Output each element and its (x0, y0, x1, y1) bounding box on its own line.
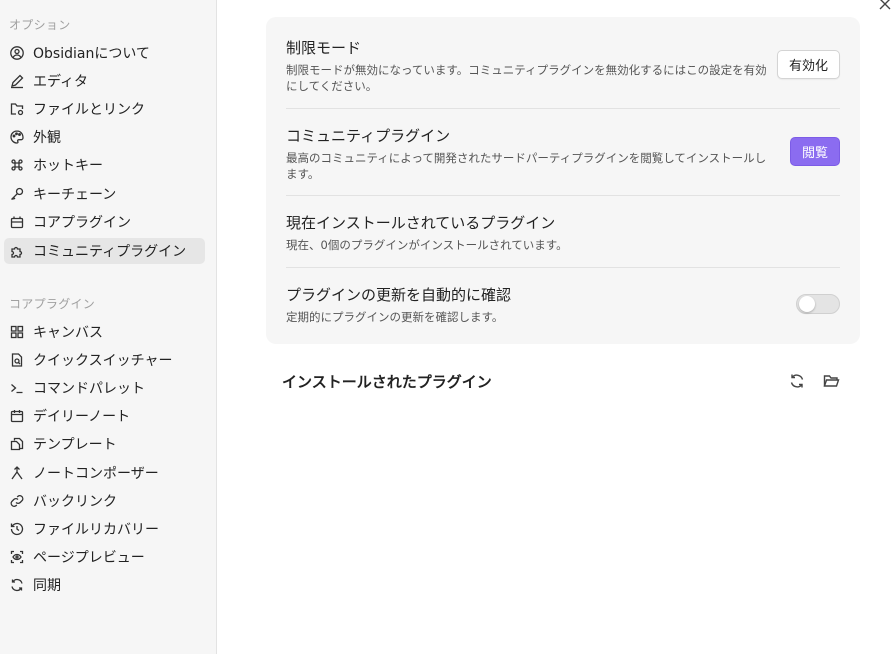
sidebar-item-command-palette[interactable]: コマンドパレット (4, 375, 205, 401)
sidebar-item-daily-notes[interactable]: デイリーノート (4, 403, 205, 429)
calendar-icon (9, 408, 25, 424)
setting-auto-update-check: プラグインの更新を自動的に確認 定期的にプラグインの更新を確認します。 (286, 284, 840, 325)
close-icon[interactable] (877, 0, 893, 12)
setting-description: 最高のコミュニティによって開発されたサードパーティプラグインを閲覧してインストー… (286, 151, 767, 181)
sidebar-item-label: 外観 (33, 130, 61, 146)
sidebar-item-file-recovery[interactable]: ファイルリカバリー (4, 516, 205, 542)
sidebar-item-about[interactable]: Obsidianについて (4, 40, 205, 66)
divider (286, 108, 840, 109)
enable-restricted-mode-button[interactable]: 有効化 (777, 50, 840, 79)
sidebar-item-label: キーチェーン (33, 187, 117, 203)
merge-icon (9, 465, 25, 481)
setting-description: 現在、0個のプラグインがインストールされています。 (286, 238, 568, 252)
plug-icon (9, 214, 25, 230)
layout-icon (9, 324, 25, 340)
info-circle-icon (9, 45, 25, 61)
sidebar-item-label: キャンバス (33, 325, 103, 341)
sidebar-item-label: コアプラグイン (33, 215, 131, 231)
setting-name: 制限モード (286, 39, 362, 57)
reload-icon[interactable] (788, 372, 806, 390)
setting-name: プラグインの更新を自動的に確認 (286, 286, 512, 304)
setting-installed-plugins: 現在インストールされているプラグイン 現在、0個のプラグインがインストールされて… (286, 212, 840, 253)
terminal-icon (9, 380, 25, 396)
sidebar-item-core-plugins[interactable]: コアプラグイン (4, 209, 205, 235)
history-icon (9, 521, 25, 537)
plugin-settings-card: 制限モード 制限モードが無効になっています。コミュニティプラグインを無効化するに… (266, 17, 860, 344)
sidebar-item-label: ファイルとリンク (33, 102, 145, 118)
sidebar-item-label: ページプレビュー (33, 550, 145, 566)
setting-description: 制限モードが無効になっています。コミュニティプラグインを無効化するにはこの設定を… (286, 63, 767, 93)
sidebar-item-canvas[interactable]: キャンバス (4, 319, 205, 345)
sidebar-item-files-links[interactable]: ファイルとリンク (4, 96, 205, 122)
sidebar-item-label: ノートコンポーザー (33, 466, 159, 482)
options-section-title: オプション (9, 18, 71, 32)
core-plugins-section-title: コアプラグイン (9, 297, 96, 311)
setting-name: コミュニティプラグイン (286, 127, 451, 145)
sidebar-item-label: クイックスイッチャー (33, 353, 173, 369)
sidebar-item-label: デイリーノート (33, 409, 131, 425)
settings-sidebar: オプション Obsidianについて エディタ ファイルとリンク 外観 ホットキ… (0, 0, 217, 654)
setting-name: 現在インストールされているプラグイン (286, 214, 556, 232)
sidebar-item-label: ホットキー (33, 158, 103, 174)
sidebar-item-label: テンプレート (33, 437, 117, 453)
divider (286, 195, 840, 196)
sidebar-item-label: Obsidianについて (33, 46, 150, 62)
setting-restricted-mode: 制限モード 制限モードが無効になっています。コミュニティプラグインを無効化するに… (286, 37, 840, 94)
puzzle-icon (9, 243, 25, 259)
sidebar-item-backlinks[interactable]: バックリンク (4, 488, 205, 514)
browse-plugins-button[interactable]: 閲覧 (790, 137, 840, 166)
scan-eye-icon (9, 549, 25, 565)
command-icon (9, 157, 25, 173)
sidebar-item-editor[interactable]: エディタ (4, 68, 205, 94)
sidebar-item-label: バックリンク (33, 494, 117, 510)
key-icon (9, 186, 25, 202)
sidebar-item-label: コミュニティプラグイン (33, 244, 187, 260)
files-icon (9, 436, 25, 452)
sidebar-item-hotkeys[interactable]: ホットキー (4, 152, 205, 178)
sidebar-item-label: 同期 (33, 578, 61, 594)
sidebar-item-sync[interactable]: 同期 (4, 572, 205, 598)
sidebar-item-label: エディタ (33, 74, 89, 90)
setting-description: 定期的にプラグインの更新を確認します。 (286, 310, 504, 324)
sidebar-item-page-preview[interactable]: ページプレビュー (4, 544, 205, 570)
palette-icon (9, 129, 25, 145)
setting-community-plugins: コミュニティプラグイン 最高のコミュニティによって開発されたサードパーティプラグ… (286, 125, 840, 182)
sidebar-item-note-composer[interactable]: ノートコンポーザー (4, 460, 205, 486)
installed-plugins-heading: インストールされたプラグイン (282, 373, 492, 391)
folder-open-icon[interactable] (822, 372, 840, 390)
sidebar-item-community-plugins[interactable]: コミュニティプラグイン (4, 238, 205, 264)
toggle-knob (799, 296, 815, 312)
folder-cog-icon (9, 101, 25, 117)
pencil-icon (9, 73, 25, 89)
sidebar-item-label: コマンドパレット (33, 381, 145, 397)
sidebar-item-label: ファイルリカバリー (33, 522, 159, 538)
sync-icon (9, 577, 25, 593)
sidebar-item-quick-switcher[interactable]: クイックスイッチャー (4, 347, 205, 373)
file-search-icon (9, 352, 25, 368)
sidebar-item-templates[interactable]: テンプレート (4, 431, 205, 457)
sidebar-item-appearance[interactable]: 外観 (4, 124, 205, 150)
sidebar-item-keychain[interactable]: キーチェーン (4, 181, 205, 207)
divider (286, 267, 840, 268)
link-icon (9, 493, 25, 509)
auto-update-toggle[interactable] (796, 294, 840, 314)
